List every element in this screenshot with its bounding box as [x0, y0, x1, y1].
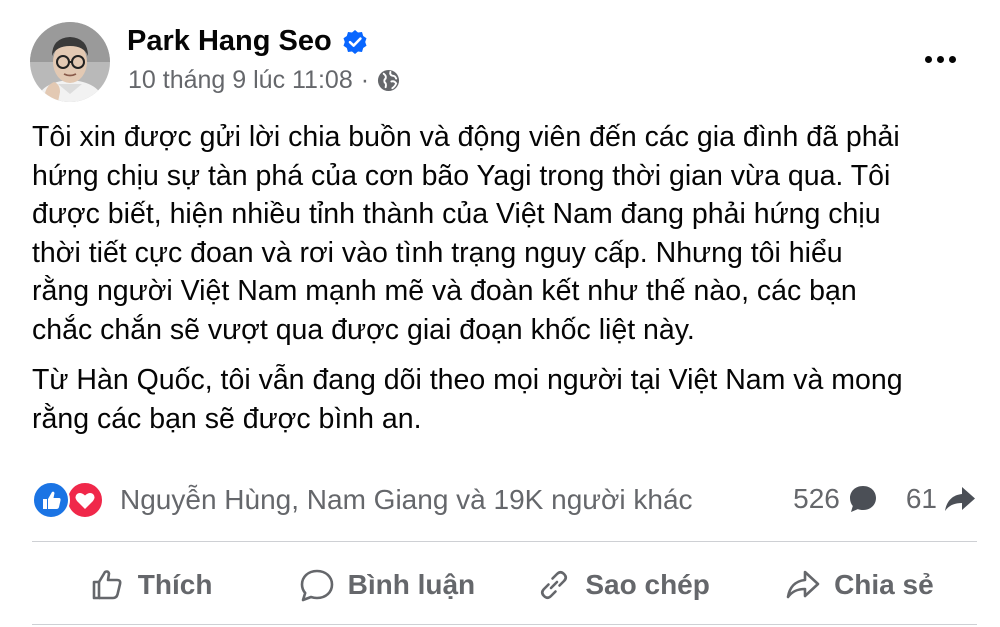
like-button[interactable]: Thích — [32, 552, 268, 618]
post-body: Tôi xin được gửi lời chia buồn và động v… — [32, 118, 982, 450]
comment-count[interactable]: 526 — [793, 482, 880, 516]
divider — [32, 541, 977, 542]
post-line: hứng chịu sự tàn phá của cơn bão Yagi tr… — [32, 159, 891, 192]
post-line: rằng các bạn sẽ được bình an. — [32, 402, 422, 435]
post-timestamp[interactable]: 10 tháng 9 lúc 11:08 — [128, 66, 353, 95]
engagement-counts: 526 61 — [793, 482, 977, 516]
reactions-row: Nguyễn Hùng, Nam Giang và 19K người khác… — [32, 478, 977, 522]
share-count[interactable]: 61 — [906, 482, 977, 516]
post-line: được biết, hiện nhiều tỉnh thành của Việ… — [32, 198, 881, 230]
author-name-row: Park Hang Seo — [127, 25, 368, 58]
more-options-button[interactable] — [918, 44, 962, 74]
reaction-summary[interactable]: Nguyễn Hùng, Nam Giang và 19K người khác — [120, 484, 693, 516]
thumbs-up-icon — [88, 566, 126, 604]
author-name[interactable]: Park Hang Seo — [127, 25, 332, 58]
comment-bubble-icon — [846, 482, 880, 516]
love-icon — [66, 481, 104, 519]
more-dot-icon — [936, 55, 944, 63]
link-icon — [535, 566, 573, 604]
copy-label: Sao chép — [585, 569, 710, 600]
share-label: Chia sẻ — [834, 569, 934, 600]
verified-badge-icon — [342, 29, 368, 55]
meta-separator: · — [360, 66, 370, 94]
globe-icon[interactable] — [377, 69, 400, 92]
post-paragraph: Từ Hàn Quốc, tôi vẫn đang dõi theo mọi n… — [32, 361, 982, 438]
copy-link-button[interactable]: Sao chép — [505, 552, 741, 618]
share-arrow-icon — [943, 482, 977, 516]
facebook-post: Park Hang Seo 10 tháng 9 lúc 11:08 · Tôi… — [0, 0, 1000, 627]
share-count-value: 61 — [905, 483, 937, 514]
like-icon — [32, 481, 70, 519]
post-meta: 10 tháng 9 lúc 11:08 · — [128, 66, 400, 95]
more-dot-icon — [948, 55, 956, 63]
comment-button[interactable]: Bình luận — [268, 552, 504, 618]
divider — [32, 624, 977, 625]
post-line: Tôi xin được gửi lời chia buồn và động v… — [32, 121, 900, 153]
post-line: thời tiết cực đoan và rơi vào tình trạng… — [32, 236, 843, 269]
comment-icon — [298, 566, 336, 604]
post-line: rằng người Việt Nam mạnh mẽ và đoàn kết … — [32, 275, 857, 307]
like-label: Thích — [137, 569, 213, 600]
author-avatar[interactable] — [30, 22, 110, 102]
post-line: chắc chắn sẽ vượt qua được giai đoạn khố… — [32, 313, 695, 346]
reaction-icons[interactable] — [32, 481, 110, 519]
comment-count-value: 526 — [793, 483, 840, 514]
action-bar: Thích Bình luận Sao chép Chia sẻ — [32, 552, 977, 618]
post-line: Từ Hàn Quốc, tôi vẫn đang dõi theo mọi n… — [32, 364, 903, 396]
share-button[interactable]: Chia sẻ — [741, 552, 977, 618]
comment-label: Bình luận — [347, 569, 476, 600]
share-icon — [784, 566, 822, 604]
more-dot-icon — [924, 55, 932, 63]
post-paragraph: Tôi xin được gửi lời chia buồn và động v… — [32, 118, 982, 349]
